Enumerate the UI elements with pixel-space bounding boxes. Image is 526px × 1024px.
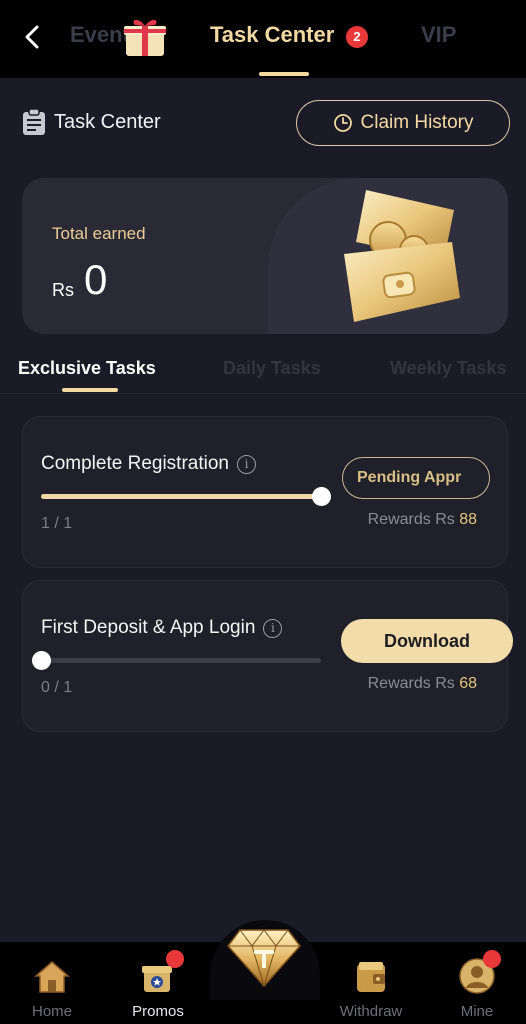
gift-icon[interactable]: [122, 14, 168, 60]
task-tabs: Exclusive Tasks Daily Tasks Weekly Tasks: [0, 354, 526, 394]
nav-withdraw[interactable]: Withdraw: [331, 956, 411, 1020]
download-button[interactable]: Download: [341, 619, 513, 663]
progress-knob: [32, 651, 51, 670]
task-title: Complete Registration: [41, 453, 229, 474]
tab-task-center[interactable]: Task Center: [210, 22, 334, 48]
claim-history-label: Claim History: [360, 112, 474, 133]
task-title: First Deposit & App Login: [41, 617, 256, 638]
notification-badge: 2: [346, 26, 368, 48]
clipboard-icon: [23, 108, 45, 135]
tab-weekly-tasks[interactable]: Weekly Tasks: [390, 358, 506, 379]
active-task-tab-indicator: [62, 388, 118, 392]
info-icon[interactable]: i: [236, 454, 256, 474]
rewards-text: Rewards Rs 68: [368, 675, 477, 693]
nav-promos[interactable]: Promos: [118, 956, 198, 1020]
progress-text: 1 / 1: [41, 515, 73, 532]
section-title: Task Center: [54, 110, 161, 133]
rewards-prefix: Rewards Rs: [367, 511, 455, 528]
nav-home[interactable]: Home: [12, 956, 92, 1020]
nav-mine-label: Mine: [460, 1003, 494, 1020]
task-title-row: First Deposit & App Login i: [41, 617, 283, 639]
rewards-prefix: Rewards Rs: [367, 675, 455, 692]
currency-label: Rs: [52, 280, 74, 300]
mine-gift-badge: [483, 950, 501, 968]
task-card: Complete Registration i 1 / 1 Pending Ap…: [22, 416, 508, 568]
section-header: Task Center: [22, 108, 161, 136]
diamond-icon[interactable]: [226, 926, 302, 988]
nav-promos-label: Promos: [132, 1003, 184, 1020]
tab-vip[interactable]: VIP: [421, 22, 456, 48]
nav-withdraw-label: Withdraw: [339, 1003, 403, 1020]
total-earned-label: Total earned: [52, 224, 146, 243]
rewards-value: 68: [459, 675, 477, 692]
task-card: First Deposit & App Login i 0 / 1 Downlo…: [22, 580, 513, 732]
back-arrow-icon[interactable]: [18, 22, 48, 52]
tab-events[interactable]: Events: [70, 22, 130, 48]
top-nav-bar: Events Task Center 2 VIP: [0, 0, 526, 78]
promos-gift-badge: [166, 950, 184, 968]
rewards-text: Rewards Rs 88: [368, 511, 477, 529]
progress-text: 0 / 1: [41, 679, 73, 696]
active-tab-indicator: [259, 72, 309, 76]
task-title-row: Complete Registration i: [41, 453, 256, 475]
clock-icon: [333, 114, 352, 132]
gold-wallet-icon: [344, 190, 460, 322]
total-earned-amount: 0: [84, 256, 108, 303]
progress-knob: [312, 487, 331, 506]
progress-bar: [32, 651, 321, 670]
pending-approval-button[interactable]: Pending Appr: [342, 457, 490, 499]
home-icon: [34, 961, 70, 993]
tab-daily-tasks[interactable]: Daily Tasks: [223, 358, 321, 379]
rewards-value: 88: [459, 511, 477, 528]
nav-mine[interactable]: Mine: [437, 956, 517, 1020]
progress-bar: [41, 487, 331, 506]
nav-home-label: Home: [31, 1003, 72, 1020]
tab-exclusive-tasks[interactable]: Exclusive Tasks: [18, 358, 156, 379]
claim-history-button[interactable]: Claim History: [296, 100, 510, 146]
progress-fill: [41, 494, 321, 499]
info-icon[interactable]: i: [263, 618, 283, 638]
wallet-icon: [357, 962, 385, 992]
